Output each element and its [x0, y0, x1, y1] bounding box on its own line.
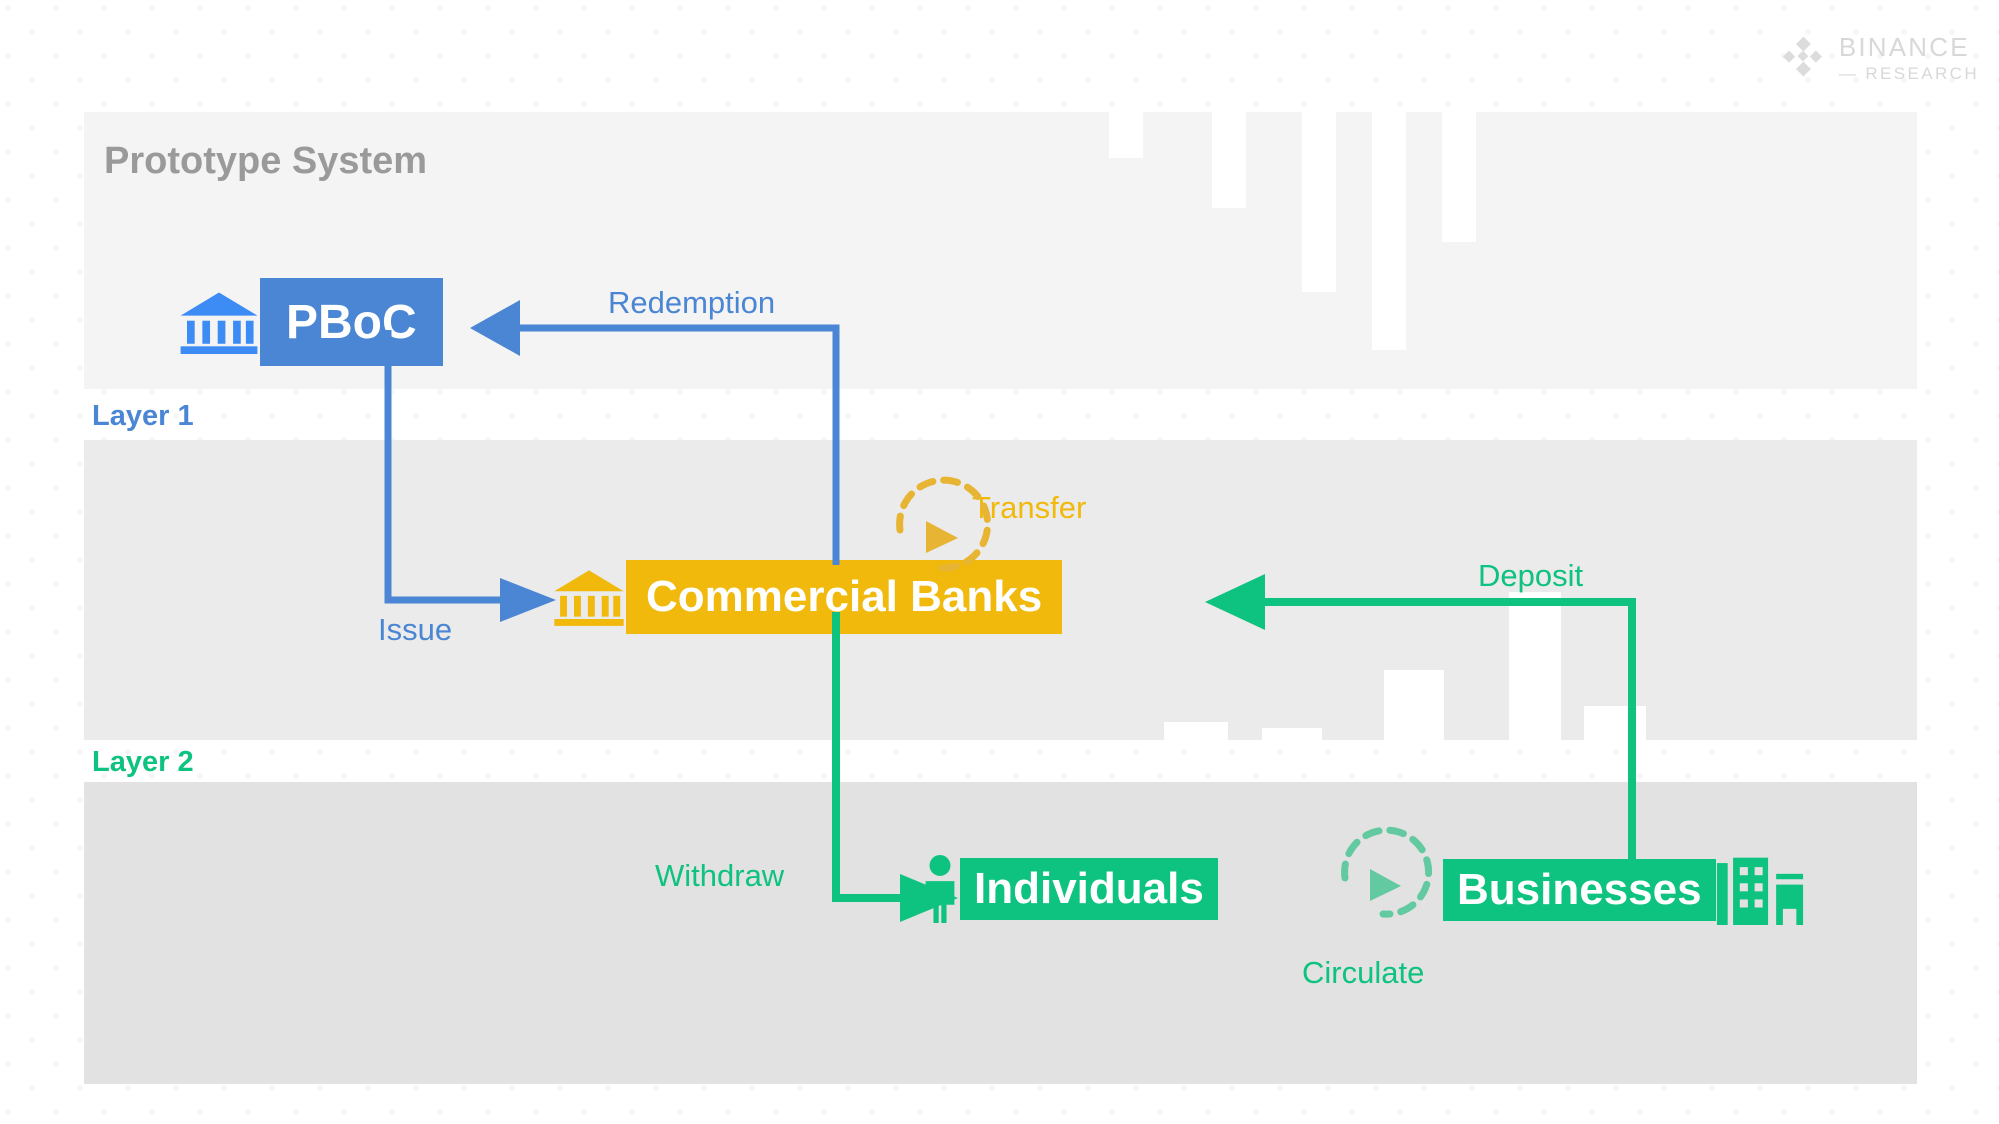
edge-label-withdraw: Withdraw [655, 858, 785, 893]
node-commercial-banks-label: Commercial Banks [626, 560, 1063, 634]
page-title: Prototype System [104, 140, 428, 182]
node-pboc-label: PBoC [260, 278, 443, 366]
person-icon [925, 855, 955, 923]
node-individuals-label: Individuals [960, 858, 1218, 920]
binance-diamond-icon [1782, 36, 1822, 77]
node-businesses[interactable]: Businesses [1443, 855, 1804, 925]
edge-label-redemption: Redemption [608, 285, 776, 320]
bank-columns-icon [180, 292, 258, 354]
binance-research-logo: BINANCE — RESEARCH [1779, 34, 1979, 82]
node-individuals[interactable]: Individuals [920, 855, 1218, 923]
brand-subtitle: — RESEARCH [1838, 64, 1979, 83]
node-businesses-label: Businesses [1443, 859, 1716, 921]
office-buildings-icon [1716, 857, 1803, 925]
node-commercial-banks[interactable]: Commercial Banks [552, 560, 1063, 634]
bank-columns-icon [554, 570, 624, 626]
edge-label-issue: Issue [378, 612, 453, 647]
edge-label-circulate: Circulate [1302, 955, 1425, 990]
layer-label-2: Layer 2 [92, 746, 194, 778]
node-pboc[interactable]: PBoC [178, 278, 443, 366]
brand-name: BINANCE [1838, 32, 1970, 62]
edge-label-transfer: Transfer [972, 490, 1087, 525]
layer-label-1: Layer 1 [92, 400, 194, 432]
edge-label-deposit: Deposit [1478, 558, 1584, 593]
